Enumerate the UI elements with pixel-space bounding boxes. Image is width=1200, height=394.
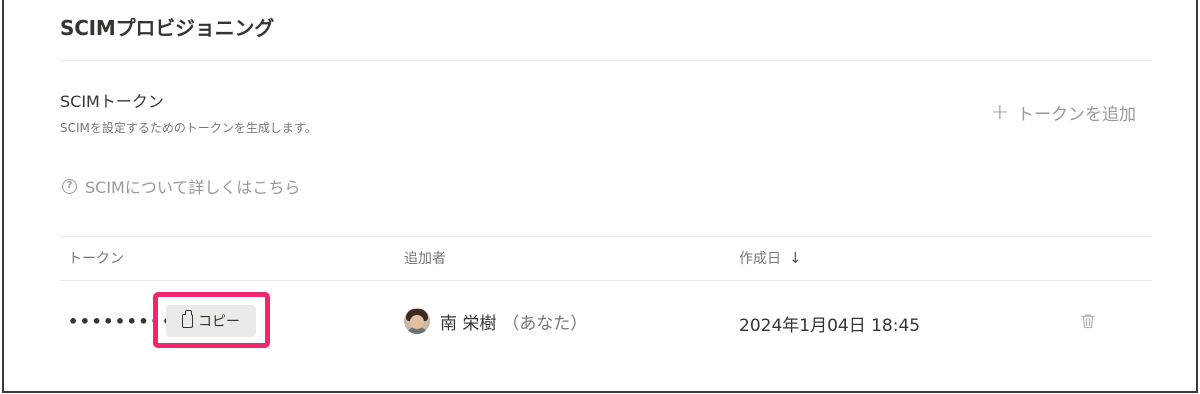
clipboard-icon xyxy=(182,310,193,328)
learn-more-link[interactable]: ? SCIMについて詳しくはこちら xyxy=(62,174,300,198)
user-name: 南 栄樹 xyxy=(440,313,497,334)
sort-descending-icon: ↓ xyxy=(789,249,802,267)
column-header-added-by: 追加者 xyxy=(404,248,446,268)
scim-settings-panel: SCIMプロビジョニング SCIMトークン SCIMを設定するためのトークンを生… xyxy=(2,0,1198,393)
you-indicator: （あなた） xyxy=(502,313,588,334)
page-title: SCIMプロビジョニング xyxy=(60,16,275,40)
copy-token-button[interactable]: コピー xyxy=(166,305,256,337)
section-divider xyxy=(60,60,1152,61)
created-at-value: 2024年1月04日 18:45 xyxy=(739,316,921,336)
trash-icon[interactable] xyxy=(1081,313,1095,329)
add-token-button[interactable]: + トークンを追加 xyxy=(991,100,1136,125)
column-header-created-at[interactable]: 作成日 ↓ xyxy=(739,248,802,268)
copy-button-label: コピー xyxy=(198,314,240,330)
table-top-divider xyxy=(60,236,1152,237)
column-header-token-label: トークン xyxy=(68,251,124,267)
added-by-user: 南 栄樹 （あなた） xyxy=(404,308,587,334)
column-header-created-at-label: 作成日 xyxy=(739,251,781,267)
token-section-description: SCIMを設定するためのトークンを生成します。 xyxy=(60,121,317,135)
plus-icon: + xyxy=(990,99,1009,125)
help-circle-icon: ? xyxy=(62,178,77,194)
table-header-divider xyxy=(60,280,1152,281)
learn-more-label: SCIMについて詳しくはこちら xyxy=(85,178,301,197)
column-header-token: トークン xyxy=(68,248,124,268)
add-token-label: トークンを追加 xyxy=(1017,105,1136,125)
token-section-heading: SCIMトークン xyxy=(60,92,164,111)
avatar xyxy=(404,308,430,334)
column-header-added-by-label: 追加者 xyxy=(404,251,446,267)
